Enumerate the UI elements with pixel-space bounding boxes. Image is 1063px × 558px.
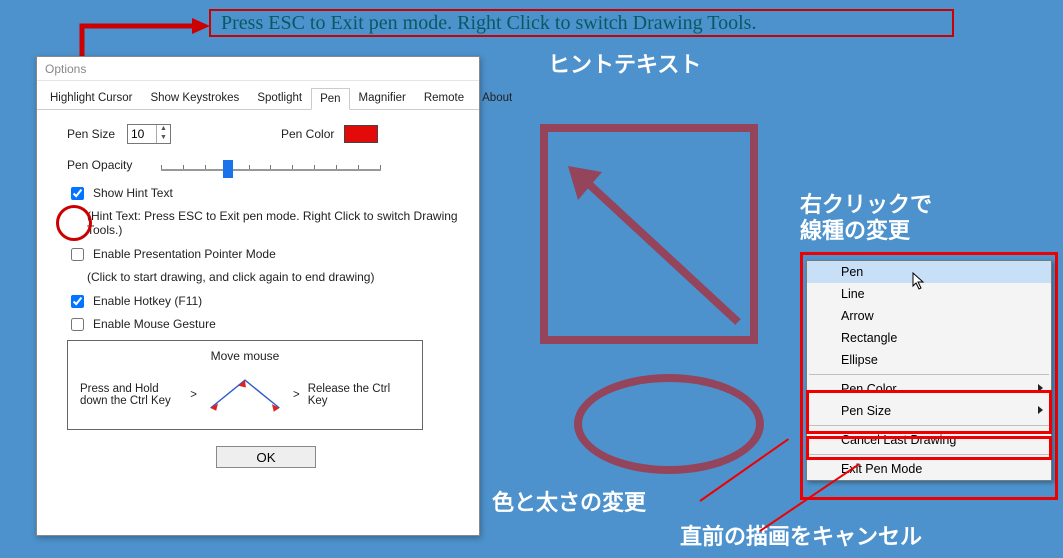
pen-size-up[interactable]: ▲ [157, 125, 170, 134]
gesture-checkbox[interactable] [71, 318, 84, 331]
pen-color-swatch[interactable] [344, 125, 378, 143]
gt-sep-1: > [190, 389, 197, 401]
submenu-arrow-icon [1038, 406, 1043, 414]
tab-spotlight[interactable]: Spotlight [248, 87, 311, 109]
pen-size-spinner[interactable]: ▲ ▼ [127, 124, 171, 144]
presentation-sub: (Click to start drawing, and click again… [87, 270, 465, 284]
tab-show-keystrokes[interactable]: Show Keystrokes [141, 87, 248, 109]
pen-size-input[interactable] [128, 125, 156, 143]
submenu-arrow-icon [1038, 384, 1043, 392]
menu-arrow[interactable]: Arrow [807, 305, 1051, 327]
menu-pen[interactable]: Pen [807, 261, 1051, 283]
show-hint-checkbox[interactable] [71, 187, 84, 200]
hotkey-checkbox[interactable] [71, 295, 84, 308]
tab-remote[interactable]: Remote [415, 87, 473, 109]
menu-cancel-last[interactable]: Cancel Last Drawing [807, 429, 1051, 451]
demo-arrow [558, 156, 748, 332]
slider-thumb[interactable] [223, 160, 233, 178]
pen-panel: Pen Size ▲ ▼ Pen Color Pen Opacity [37, 110, 479, 476]
menu-line[interactable]: Line [807, 283, 1051, 305]
options-dialog: Options Highlight Cursor Show Keystrokes… [36, 56, 480, 536]
hint-text-banner: Press ESC to Exit pen mode. Right Click … [209, 9, 954, 37]
menu-separator-3 [809, 454, 1049, 455]
presentation-label: Enable Presentation Pointer Mode [93, 247, 276, 261]
gesture-title: Move mouse [80, 349, 410, 363]
tab-bar: Highlight Cursor Show Keystrokes Spotlig… [37, 81, 479, 110]
pen-opacity-slider[interactable] [161, 161, 381, 170]
pen-color-label: Pen Color [281, 127, 334, 141]
dialog-title: Options [37, 57, 479, 81]
annotation-color-size: 色と太さの変更 [492, 490, 646, 516]
gesture-diagram: Move mouse Press and Hold down the Ctrl … [67, 340, 423, 430]
show-hint-label: Show Hint Text [93, 186, 173, 200]
cursor-icon [912, 272, 926, 290]
pen-opacity-label: Pen Opacity [67, 158, 137, 172]
menu-pen-color[interactable]: Pen Color [807, 378, 1051, 400]
gesture-step-2: Release the Ctrl Key [308, 383, 410, 407]
pen-size-label: Pen Size [67, 127, 127, 141]
gt-sep-2: > [293, 389, 300, 401]
menu-exit[interactable]: Exit Pen Mode [807, 458, 1051, 480]
gesture-label: Enable Mouse Gesture [93, 317, 216, 331]
menu-rectangle[interactable]: Rectangle [807, 327, 1051, 349]
annotation-hint-text: ヒントテキスト [548, 52, 701, 78]
pen-size-down[interactable]: ▼ [157, 134, 170, 143]
presentation-checkbox[interactable] [71, 248, 84, 261]
hotkey-label: Enable Hotkey (F11) [93, 294, 202, 308]
show-hint-sub: (Hint Text: Press ESC to Exit pen mode. … [87, 209, 465, 237]
tab-about[interactable]: About [473, 87, 521, 109]
annotation-right-click: 右クリックで 線種の変更 [800, 192, 932, 245]
menu-separator-2 [809, 425, 1049, 426]
tab-magnifier[interactable]: Magnifier [350, 87, 415, 109]
menu-ellipse[interactable]: Ellipse [807, 349, 1051, 371]
context-menu: Pen Line Arrow Rectangle Ellipse Pen Col… [806, 260, 1052, 481]
tab-highlight-cursor[interactable]: Highlight Cursor [41, 87, 141, 109]
demo-ellipse [574, 374, 764, 474]
annotation-cancel: 直前の描画をキャンセル [680, 524, 922, 550]
ok-button[interactable]: OK [216, 446, 316, 468]
tab-pen[interactable]: Pen [311, 88, 349, 110]
gesture-triangle-icon [205, 373, 285, 417]
gesture-step-1: Press and Hold down the Ctrl Key [80, 383, 182, 407]
menu-separator-1 [809, 374, 1049, 375]
menu-pen-size[interactable]: Pen Size [807, 400, 1051, 422]
